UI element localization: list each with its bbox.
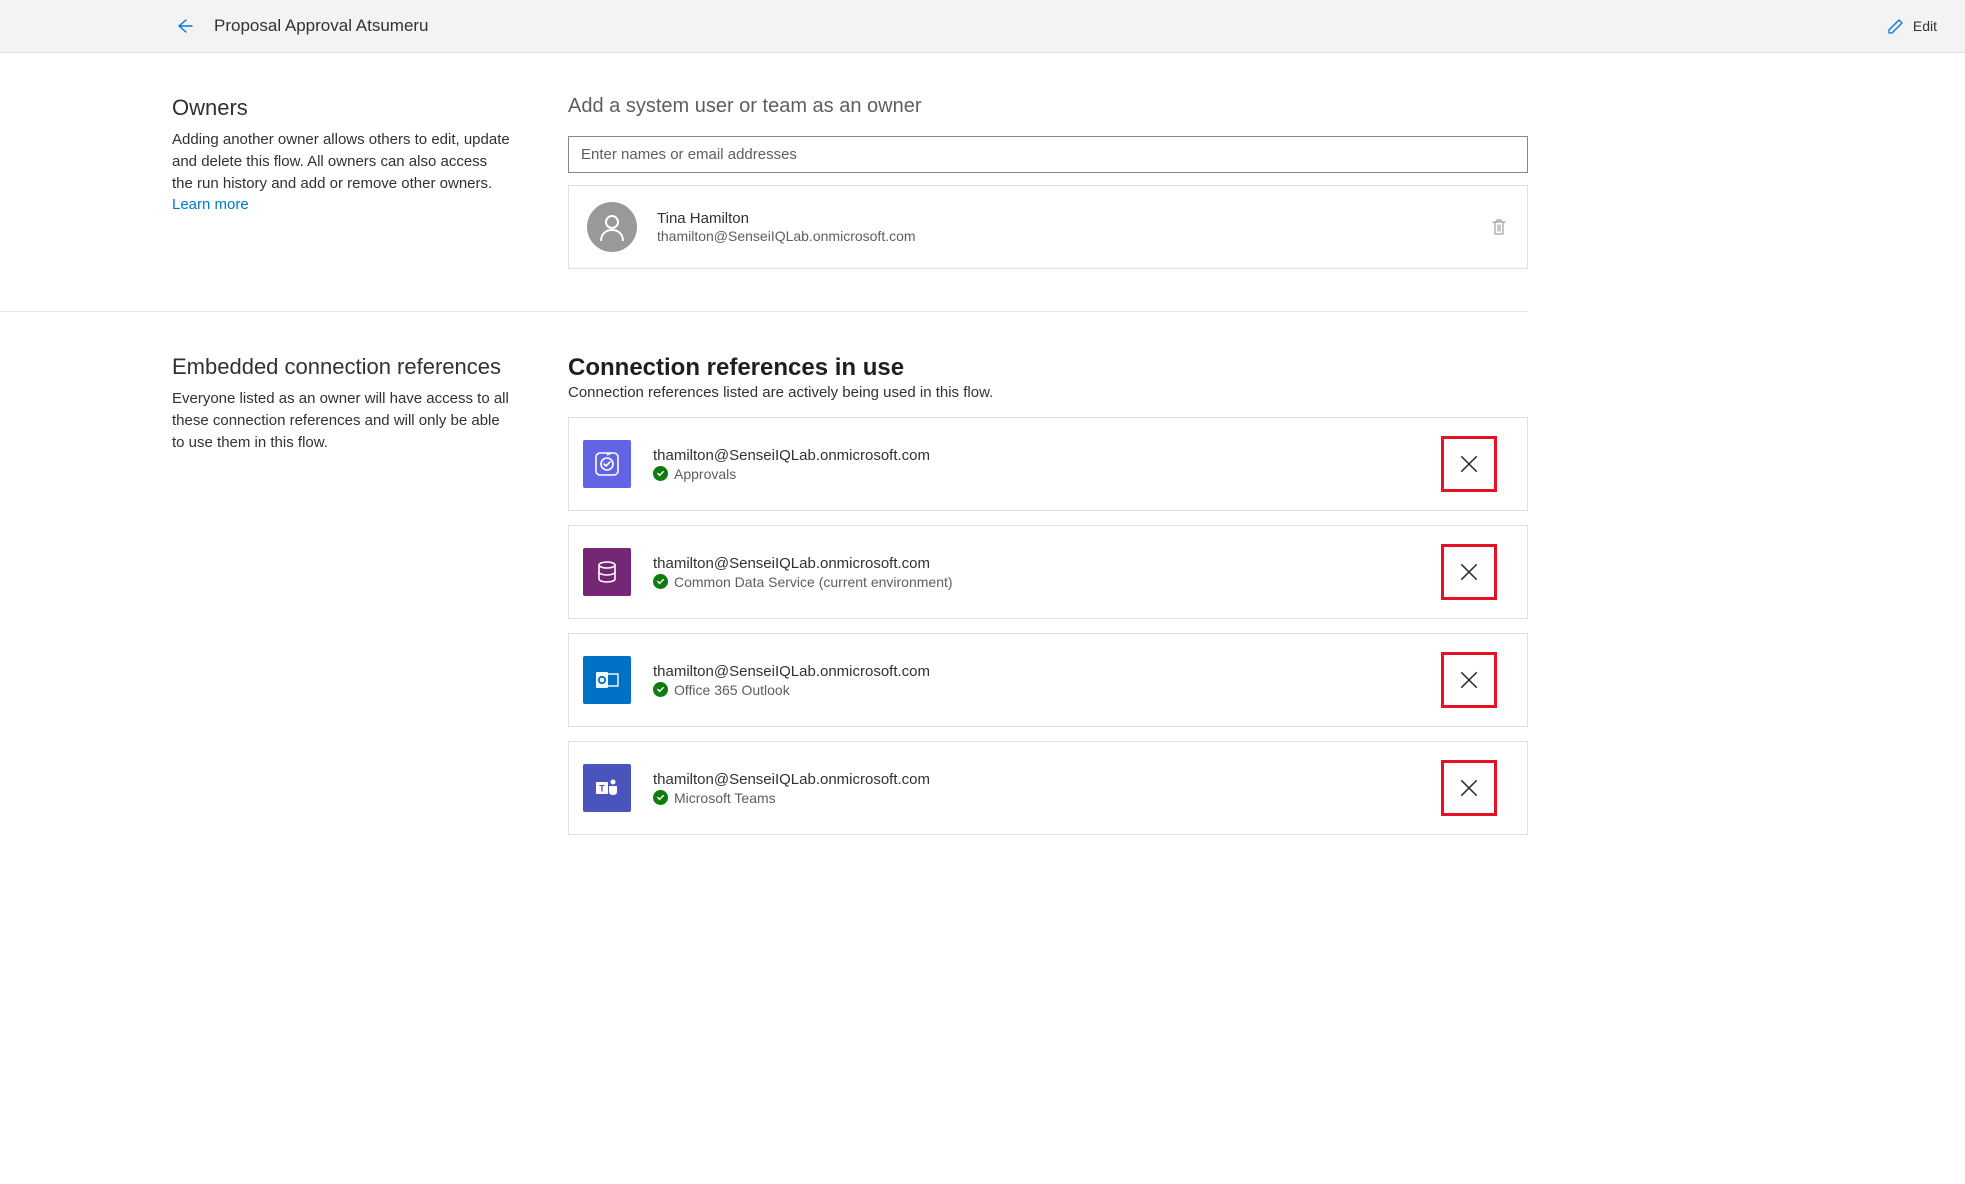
delete-owner-button[interactable]	[1489, 217, 1509, 237]
connection-name-row: Microsoft Teams	[653, 790, 1419, 806]
connection-service: Common Data Service (current environment…	[674, 574, 953, 590]
back-arrow-icon[interactable]	[174, 16, 194, 36]
remove-connection-button[interactable]	[1441, 652, 1497, 708]
connection-info: thamilton@SenseiIQLab.onmicrosoft.com Co…	[653, 555, 1419, 590]
remove-connection-button[interactable]	[1441, 760, 1497, 816]
owner-name: Tina Hamilton	[657, 210, 1469, 227]
edit-label: Edit	[1913, 18, 1937, 34]
check-icon	[653, 466, 668, 481]
connections-left: Embedded connection references Everyone …	[172, 354, 512, 849]
page-header: Proposal Approval Atsumeru Edit	[0, 0, 1965, 53]
trash-icon	[1489, 217, 1509, 237]
owners-description: Adding another owner allows others to ed…	[172, 129, 512, 194]
avatar-icon	[587, 202, 637, 252]
owners-right: Add a system user or team as an owner Ti…	[568, 95, 1528, 269]
connections-section: Embedded connection references Everyone …	[172, 354, 1528, 849]
section-divider	[0, 311, 1528, 312]
database-icon	[583, 548, 631, 596]
edit-button[interactable]: Edit	[1887, 17, 1937, 35]
close-icon	[1458, 777, 1480, 799]
close-icon	[1458, 561, 1480, 583]
main-content: Owners Adding another owner allows other…	[172, 53, 1528, 909]
connections-heading-left: Embedded connection references	[172, 354, 512, 380]
connection-info: thamilton@SenseiIQLab.onmicrosoft.com Of…	[653, 663, 1419, 698]
connection-service: Microsoft Teams	[674, 790, 776, 806]
owner-card: Tina Hamilton thamilton@SenseiIQLab.onmi…	[568, 185, 1528, 269]
teams-icon: T	[583, 764, 631, 812]
approvals-icon	[583, 440, 631, 488]
owners-heading: Owners	[172, 95, 512, 121]
connections-subdesc: Connection references listed are activel…	[568, 384, 1528, 401]
connection-name-row: Common Data Service (current environment…	[653, 574, 1419, 590]
owner-email: thamilton@SenseiIQLab.onmicrosoft.com	[657, 228, 1469, 244]
check-icon	[653, 682, 668, 697]
connection-service: Approvals	[674, 466, 736, 482]
connection-card: thamilton@SenseiIQLab.onmicrosoft.com Co…	[568, 525, 1528, 619]
owner-info: Tina Hamilton thamilton@SenseiIQLab.onmi…	[657, 210, 1469, 244]
owners-section: Owners Adding another owner allows other…	[172, 95, 1528, 269]
owners-left: Owners Adding another owner allows other…	[172, 95, 512, 269]
outlook-icon	[583, 656, 631, 704]
connection-info: thamilton@SenseiIQLab.onmicrosoft.com Mi…	[653, 771, 1419, 806]
close-icon	[1458, 669, 1480, 691]
connection-email: thamilton@SenseiIQLab.onmicrosoft.com	[653, 447, 1419, 464]
connection-name-row: Office 365 Outlook	[653, 682, 1419, 698]
remove-connection-button[interactable]	[1441, 544, 1497, 600]
close-icon	[1458, 453, 1480, 475]
pencil-icon	[1887, 17, 1905, 35]
check-icon	[653, 574, 668, 589]
connection-card: thamilton@SenseiIQLab.onmicrosoft.com Of…	[568, 633, 1528, 727]
connection-service: Office 365 Outlook	[674, 682, 790, 698]
connections-heading-right: Connection references in use	[568, 354, 1528, 382]
connection-email: thamilton@SenseiIQLab.onmicrosoft.com	[653, 771, 1419, 788]
remove-connection-button[interactable]	[1441, 436, 1497, 492]
connection-info: thamilton@SenseiIQLab.onmicrosoft.com Ap…	[653, 447, 1419, 482]
connection-email: thamilton@SenseiIQLab.onmicrosoft.com	[653, 663, 1419, 680]
connection-card: T thamilton@SenseiIQLab.onmicrosoft.com …	[568, 741, 1528, 835]
add-owner-subheading: Add a system user or team as an owner	[568, 95, 1528, 118]
connections-desc-left: Everyone listed as an owner will have ac…	[172, 388, 512, 453]
check-icon	[653, 790, 668, 805]
header-left: Proposal Approval Atsumeru	[174, 16, 429, 36]
connection-email: thamilton@SenseiIQLab.onmicrosoft.com	[653, 555, 1419, 572]
connections-right: Connection references in use Connection …	[568, 354, 1528, 849]
learn-more-link[interactable]: Learn more	[172, 196, 249, 213]
owner-search-input[interactable]	[568, 136, 1528, 173]
connection-name-row: Approvals	[653, 466, 1419, 482]
connection-card: thamilton@SenseiIQLab.onmicrosoft.com Ap…	[568, 417, 1528, 511]
page-title: Proposal Approval Atsumeru	[214, 16, 429, 36]
svg-text:T: T	[599, 784, 605, 794]
